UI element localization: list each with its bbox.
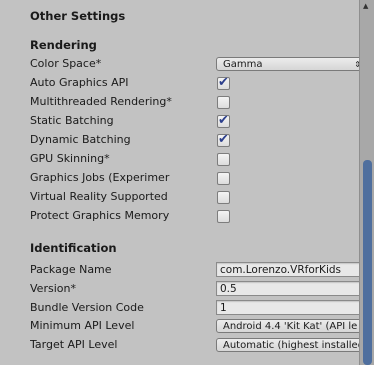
checkbox[interactable]: ✔ — [217, 75, 230, 90]
bundle-version-code-label: Bundle Version Code — [30, 301, 144, 314]
checkmark-icon: ✔ — [218, 113, 229, 128]
target-api-value: Automatic (highest installed — [223, 340, 365, 351]
checkbox-row: Graphics Jobs (Experimer — [30, 169, 355, 187]
group-title-rendering: Rendering — [30, 38, 97, 52]
color-space-value: Gamma — [223, 59, 263, 70]
checkbox-label: GPU Skinning* — [30, 152, 110, 165]
checkbox[interactable] — [217, 210, 230, 223]
target-api-row: Target API Level Automatic (highest inst… — [30, 336, 374, 354]
bundle-version-code-row: Bundle Version Code 1 — [30, 299, 374, 317]
target-api-dropdown[interactable]: Automatic (highest installed ⇕ — [216, 338, 374, 352]
checkbox-label: Multithreaded Rendering* — [30, 95, 172, 108]
checkbox-label: Protect Graphics Memory — [30, 209, 170, 222]
min-api-dropdown[interactable]: Android 4.4 'Kit Kat' (API le ⇕ — [216, 319, 374, 333]
color-space-row: Color Space* Gamma ⇕ — [30, 55, 366, 73]
group-title-identification: Identification — [30, 241, 117, 255]
version-row: Version* 0.5 — [30, 280, 374, 298]
checkbox[interactable]: ✔ — [217, 113, 230, 128]
checkbox-label: Virtual Reality Supported — [30, 190, 168, 203]
checkbox[interactable] — [217, 153, 230, 166]
checkmark-icon: ✔ — [218, 132, 229, 147]
bundle-version-code-field[interactable]: 1 — [216, 300, 374, 315]
checkbox-label: Auto Graphics API — [30, 76, 129, 89]
checkbox[interactable] — [217, 191, 230, 204]
version-label: Version* — [30, 282, 76, 295]
version-field[interactable]: 0.5 — [216, 281, 374, 296]
checkbox-row: Virtual Reality Supported — [30, 188, 355, 206]
section-title-other-settings: Other Settings — [30, 9, 126, 23]
checkmark-icon: ✔ — [218, 75, 229, 90]
color-space-label: Color Space* — [30, 57, 102, 70]
min-api-label: Minimum API Level — [30, 319, 135, 332]
checkbox-row: Dynamic Batching ✔ — [30, 131, 355, 149]
min-api-row: Minimum API Level Android 4.4 'Kit Kat' … — [30, 317, 374, 335]
package-name-label: Package Name — [30, 263, 112, 276]
checkbox-label: Static Batching — [30, 114, 114, 127]
checkbox-row: Multithreaded Rendering* — [30, 93, 355, 111]
color-space-dropdown[interactable]: Gamma ⇕ — [216, 57, 366, 71]
package-name-row: Package Name com.Lorenzo.VRforKids — [30, 261, 374, 279]
checkbox-row: Protect Graphics Memory — [30, 207, 355, 225]
player-settings-panel: Other Settings Rendering Color Space* Ga… — [18, 0, 374, 365]
checkbox[interactable] — [217, 172, 230, 185]
scrollbar-thumb[interactable] — [363, 160, 372, 365]
left-strip — [0, 0, 18, 365]
scroll-up-arrow-icon[interactable]: ▲ — [363, 2, 368, 10]
checkbox[interactable] — [217, 96, 230, 109]
checkbox-label: Dynamic Batching — [30, 133, 131, 146]
checkbox-row: GPU Skinning* — [30, 150, 355, 168]
checkbox-row: Static Batching ✔ — [30, 112, 355, 130]
target-api-label: Target API Level — [30, 338, 118, 351]
package-name-field[interactable]: com.Lorenzo.VRforKids — [216, 262, 374, 277]
min-api-value: Android 4.4 'Kit Kat' (API le — [223, 321, 358, 332]
checkbox[interactable]: ✔ — [217, 132, 230, 147]
checkbox-label: Graphics Jobs (Experimer — [30, 171, 170, 184]
checkbox-row: Auto Graphics API ✔ — [30, 74, 355, 92]
